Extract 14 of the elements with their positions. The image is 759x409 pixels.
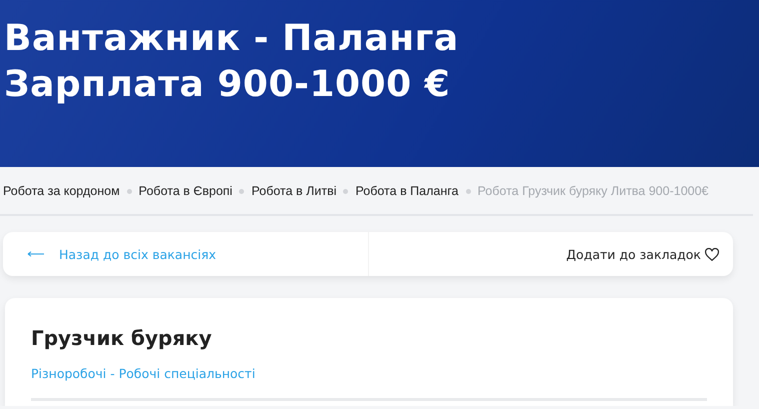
breadcrumb-link[interactable]: Робота в Паланга bbox=[355, 184, 459, 198]
separator-dot-icon bbox=[239, 188, 244, 194]
separator-dot-icon bbox=[466, 188, 471, 194]
job-title: Грузчик буряку bbox=[31, 326, 213, 350]
bookmark-button[interactable]: Додати до закладок bbox=[566, 246, 719, 262]
separator-dot-icon bbox=[126, 188, 132, 194]
arrow-left-icon bbox=[27, 251, 45, 257]
hero-title: Вантажник - Паланга Зарплата 900-1000 € bbox=[4, 17, 460, 107]
heart-icon bbox=[705, 248, 719, 260]
breadcrumb-link[interactable]: Робота в Європі bbox=[138, 184, 232, 198]
breadcrumb-link[interactable]: Робота за кордоном bbox=[3, 184, 120, 198]
breadcrumb-link[interactable]: Робота в Литві bbox=[251, 184, 336, 198]
separator-dot-icon bbox=[343, 188, 348, 194]
breadcrumb-current: Робота Грузчик буряку Литва 900-1000€ bbox=[478, 184, 709, 198]
